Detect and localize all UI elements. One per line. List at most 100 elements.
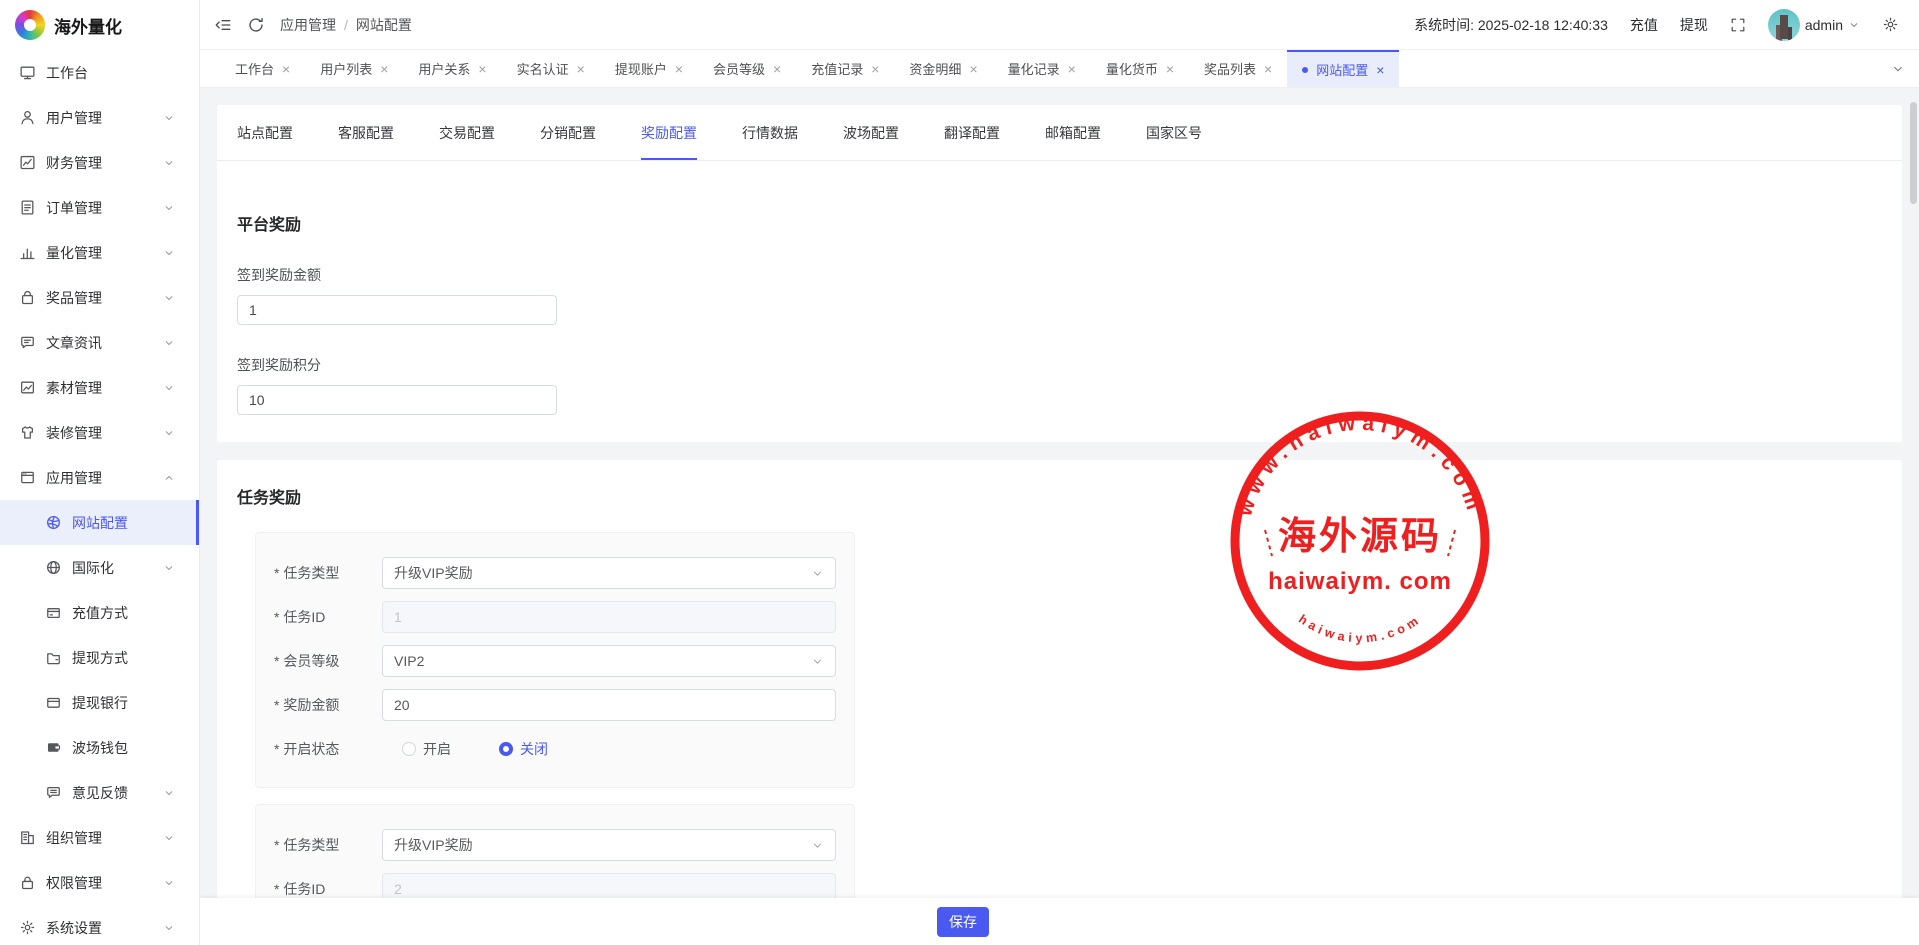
refresh-button[interactable] xyxy=(247,16,265,34)
withdraw-button[interactable]: 提现 xyxy=(1680,15,1708,35)
close-icon[interactable]: × xyxy=(871,62,879,76)
tab-item[interactable]: 量化货币× xyxy=(1091,50,1189,87)
subtab-item[interactable]: 邮箱配置 xyxy=(1045,105,1101,160)
sidebar-item-quant[interactable]: 量化管理 xyxy=(0,230,199,275)
breadcrumb-item[interactable]: 网站配置 xyxy=(356,15,412,35)
close-icon[interactable]: × xyxy=(1068,62,1076,76)
radio-label: 关闭 xyxy=(520,739,548,759)
field-input[interactable] xyxy=(237,385,557,415)
scrollbar-thumb[interactable] xyxy=(1910,102,1917,204)
sidebar-item-apps[interactable]: 应用管理 xyxy=(0,455,199,500)
app-icon xyxy=(19,469,36,486)
subtab-item[interactable]: 国家区号 xyxy=(1146,105,1202,160)
sidebar-item-feedback[interactable]: 意见反馈 xyxy=(0,770,199,815)
close-icon[interactable]: × xyxy=(773,62,781,76)
breadcrumb-separator: / xyxy=(344,17,348,33)
tab-item[interactable]: 奖品列表× xyxy=(1189,50,1287,87)
field-select[interactable]: 升级VIP奖励 xyxy=(382,829,836,861)
wallet-icon xyxy=(45,739,62,756)
close-icon[interactable]: × xyxy=(1376,63,1384,77)
tab-item[interactable]: 实名认证× xyxy=(502,50,600,87)
tab-item[interactable]: 用户关系× xyxy=(403,50,501,87)
avatar[interactable] xyxy=(1768,9,1800,41)
subtab-item[interactable]: 交易配置 xyxy=(439,105,495,160)
tab-item[interactable]: 充值记录× xyxy=(796,50,894,87)
sidebar-item-orders[interactable]: 订单管理 xyxy=(0,185,199,230)
sidebar-item-users[interactable]: 用户管理 xyxy=(0,95,199,140)
subtab-item[interactable]: 翻译配置 xyxy=(944,105,1000,160)
field-select[interactable]: VIP2 xyxy=(382,645,836,677)
breadcrumb-item[interactable]: 应用管理 xyxy=(280,15,336,35)
sidebar-item-i18n[interactable]: 国际化 xyxy=(0,545,199,590)
select-value: 升级VIP奖励 xyxy=(394,835,473,855)
sidebar-item-articles[interactable]: 文章资讯 xyxy=(0,320,199,365)
subtab-item[interactable]: 客服配置 xyxy=(338,105,394,160)
sidebar-item-label: 财务管理 xyxy=(46,153,102,173)
tabs-dropdown-chevron-icon[interactable] xyxy=(1891,62,1905,76)
subtab-item[interactable]: 波场配置 xyxy=(843,105,899,160)
tab-item[interactable]: 会员等级× xyxy=(698,50,796,87)
close-icon[interactable]: × xyxy=(380,62,388,76)
close-icon[interactable]: × xyxy=(282,62,290,76)
sidebar-item-withdraw-bank[interactable]: 提现银行 xyxy=(0,680,199,725)
fullscreen-icon xyxy=(1730,17,1746,33)
close-icon[interactable]: × xyxy=(478,62,486,76)
fullscreen-icon[interactable] xyxy=(1730,17,1746,33)
sidebar-item-label: 波场钱包 xyxy=(72,738,128,758)
form-row: * 开启状态开启关闭 xyxy=(274,733,836,765)
field-label: 签到奖励积分 xyxy=(237,355,1882,375)
sidebar-item-decoration[interactable]: 装修管理 xyxy=(0,410,199,455)
user-menu[interactable]: admin xyxy=(1768,9,1860,41)
collapse-sidebar-button[interactable] xyxy=(214,16,232,34)
radio-dot-icon xyxy=(402,742,416,756)
task-blocks: * 任务类型升级VIP奖励* 任务ID* 会员等级VIP2* 奖励金额* 开启状… xyxy=(237,532,1882,945)
sidebar-item-prizes[interactable]: 奖品管理 xyxy=(0,275,199,320)
sidebar-item-organization[interactable]: 组织管理 xyxy=(0,815,199,860)
config-subtabs: 站点配置客服配置交易配置分销配置奖励配置行情数据波场配置翻译配置邮箱配置国家区号 xyxy=(217,105,1902,161)
header-right: 系统时间: 2025-02-18 12:40:33 充值 提现 admin xyxy=(1414,9,1899,41)
field-input[interactable] xyxy=(382,689,836,721)
close-icon[interactable]: × xyxy=(1166,62,1174,76)
sidebar-item-label: 用户管理 xyxy=(46,108,102,128)
tab-item[interactable]: 工作台× xyxy=(220,50,305,87)
settings-gear-icon[interactable] xyxy=(1882,16,1899,33)
chevron-down-icon xyxy=(163,382,175,394)
sidebar-item-permission[interactable]: 权限管理 xyxy=(0,860,199,905)
sidebar-item-label: 系统设置 xyxy=(46,918,102,938)
radio-option[interactable]: 开启 xyxy=(402,739,451,759)
sidebar-item-system[interactable]: 系统设置 xyxy=(0,905,199,945)
field-select[interactable]: 升级VIP奖励 xyxy=(382,557,836,589)
tab-item[interactable]: 资金明细× xyxy=(894,50,992,87)
sidebar-item-withdraw-method[interactable]: 提现方式 xyxy=(0,635,199,680)
close-icon[interactable]: × xyxy=(675,62,683,76)
recharge-button[interactable]: 充值 xyxy=(1630,15,1658,35)
close-icon[interactable]: × xyxy=(1264,62,1272,76)
subtab-item[interactable]: 奖励配置 xyxy=(641,105,697,160)
tab-item[interactable]: 量化记录 × xyxy=(993,50,1091,87)
close-icon[interactable]: × xyxy=(969,62,977,76)
tab-label: 量化记录 xyxy=(1008,59,1060,78)
tab-item[interactable]: 用户列表× xyxy=(305,50,403,87)
tab-item[interactable]: 网站配置× xyxy=(1287,50,1399,87)
field-input[interactable] xyxy=(237,295,557,325)
subtab-item[interactable]: 分销配置 xyxy=(540,105,596,160)
sidebar-item-tron-wallet[interactable]: 波场钱包 xyxy=(0,725,199,770)
subtab-item[interactable]: 站点配置 xyxy=(237,105,293,160)
field-label: * 任务类型 xyxy=(274,563,382,583)
sidebar-item-label: 量化管理 xyxy=(46,243,102,263)
sidebar-item-workbench[interactable]: 工作台 xyxy=(0,50,199,95)
app-logo[interactable]: 海外量化 xyxy=(0,0,199,50)
sidebar-item-materials[interactable]: 素材管理 xyxy=(0,365,199,410)
sidebar-item-site-config[interactable]: 网站配置 xyxy=(0,500,199,545)
close-icon[interactable]: × xyxy=(577,62,585,76)
sidebar-item-recharge-method[interactable]: 充值方式 xyxy=(0,590,199,635)
form-row: * 会员等级VIP2 xyxy=(274,645,836,677)
subtab-item[interactable]: 行情数据 xyxy=(742,105,798,160)
sidebar-item-finance[interactable]: 财务管理 xyxy=(0,140,199,185)
brand-name: 海外量化 xyxy=(54,13,122,38)
save-button[interactable]: 保存 xyxy=(937,907,989,937)
prize-icon xyxy=(19,289,36,306)
chevron-down-icon xyxy=(163,292,175,304)
radio-option[interactable]: 关闭 xyxy=(499,739,548,759)
tab-item[interactable]: 提现账户× xyxy=(600,50,698,87)
